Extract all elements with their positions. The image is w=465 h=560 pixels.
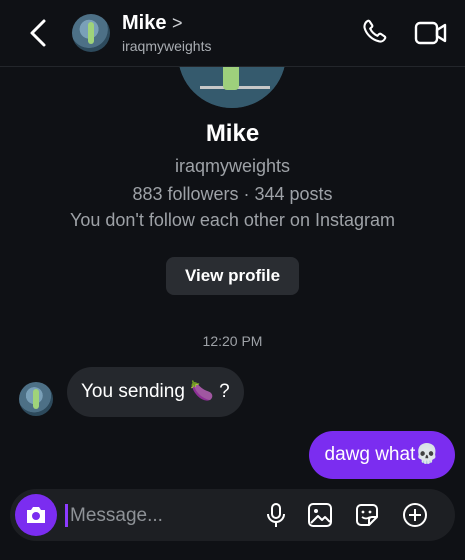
sticker-button[interactable] xyxy=(353,501,381,529)
follow-status: You don't follow each other on Instagram xyxy=(70,210,395,230)
voice-message-button[interactable] xyxy=(262,501,290,529)
contact-name[interactable]: Mike xyxy=(122,12,166,35)
profile-name: Mike xyxy=(205,120,260,147)
back-button[interactable] xyxy=(24,16,54,50)
video-camera-icon xyxy=(414,21,447,45)
sender-avatar[interactable] xyxy=(19,382,53,416)
message-composer xyxy=(10,489,455,541)
outgoing-message[interactable]: dawg what💀 xyxy=(308,431,455,479)
phone-icon xyxy=(363,19,387,43)
profile-username: iraqmyweights xyxy=(174,156,291,176)
chat-header: Mike > iraqmyweights xyxy=(0,0,465,67)
plus-icon xyxy=(403,503,427,527)
camera-icon xyxy=(27,507,45,523)
call-button[interactable] xyxy=(360,18,388,46)
view-profile-button[interactable]: View profile xyxy=(166,257,299,295)
add-button[interactable] xyxy=(401,501,429,529)
profile-stats: 883 followers · 344 posts xyxy=(132,184,333,204)
sticker-icon xyxy=(356,504,378,526)
video-call-button[interactable] xyxy=(414,20,448,46)
microphone-icon xyxy=(267,503,285,527)
incoming-message[interactable]: You sending 🍆 ? xyxy=(67,367,244,417)
message-timestamp: 12:20 PM xyxy=(202,333,263,349)
chevron-left-icon xyxy=(30,19,46,47)
message-input[interactable] xyxy=(68,501,252,531)
contact-username[interactable]: iraqmyweights xyxy=(122,38,211,54)
camera-button[interactable] xyxy=(15,494,57,536)
chevron-right-icon[interactable]: > xyxy=(172,13,183,34)
avatar[interactable] xyxy=(72,14,110,52)
gallery-button[interactable] xyxy=(306,501,334,529)
gallery-icon xyxy=(308,503,332,527)
